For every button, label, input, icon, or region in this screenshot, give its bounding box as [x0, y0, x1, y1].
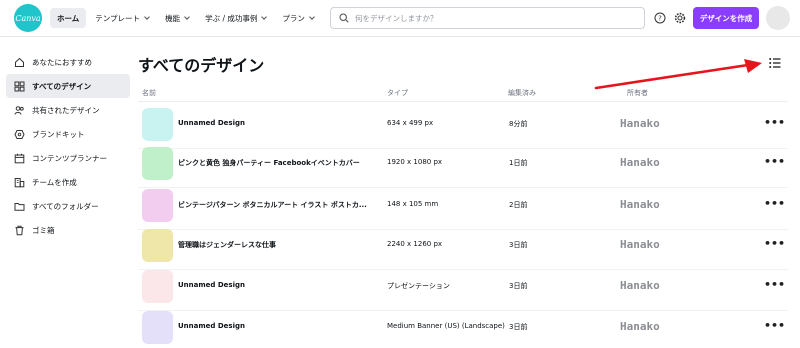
sidebar-item-label: ゴミ箱: [32, 225, 55, 235]
column-header-type[interactable]: タイプ: [387, 88, 408, 98]
design-type: Medium Banner (US) (Landscape): [387, 322, 505, 330]
design-type: プレゼンテーション: [387, 282, 450, 290]
create-design-button[interactable]: デザインを作成: [693, 7, 759, 29]
sidebar-item-recommended[interactable]: あなたにおすすめ: [6, 50, 130, 74]
nav-home-label: ホーム: [57, 13, 80, 23]
design-edited: 3日前: [509, 282, 528, 290]
sidebar-item-folders[interactable]: すべてのフォルダー: [6, 194, 130, 218]
design-name[interactable]: Unnamed Design: [178, 119, 245, 127]
more-options-icon[interactable]: •••: [764, 116, 785, 129]
nav-home[interactable]: ホーム: [50, 8, 87, 28]
help-icon: ?: [654, 12, 666, 24]
top-bar: Canva ホーム テンプレート 機能 学ぶ / 成功事例 プラン ? デザイン…: [0, 0, 800, 37]
sidebar-item-label: チームを作成: [32, 177, 77, 187]
design-name[interactable]: ビンテージパターン ボタニカルアート イラスト ポストカ...: [178, 200, 367, 210]
design-owner: Hanako: [620, 279, 660, 292]
settings-button[interactable]: [672, 10, 688, 26]
sidebar-item-all-designs[interactable]: すべてのデザイン: [6, 74, 130, 98]
sidebar-item-trash[interactable]: ゴミ箱: [6, 218, 130, 242]
grid-icon: [14, 81, 24, 91]
chevron-down-icon: [144, 13, 150, 20]
design-thumbnail[interactable]: [142, 147, 173, 180]
more-options-icon[interactable]: •••: [764, 197, 785, 210]
annotation-arrow: [594, 59, 762, 90]
design-type: 1920 x 1080 px: [387, 158, 443, 166]
design-type: 634 x 499 px: [387, 119, 434, 127]
search-input[interactable]: [355, 13, 635, 23]
more-options-icon[interactable]: •••: [764, 278, 785, 291]
nav-templates-label: テンプレート: [95, 13, 141, 23]
sidebar: あなたにおすすめ すべてのデザイン 共有されたデザイン ブランドキット コンテン…: [6, 50, 130, 242]
design-edited: 8分前: [509, 120, 528, 128]
gear-icon: [674, 12, 686, 24]
sidebar-item-label: コンテンツプランナー: [32, 153, 107, 163]
table-row[interactable]: Unnamed Design Medium Banner (US) (Lands…: [138, 305, 788, 348]
svg-text:?: ?: [658, 15, 662, 23]
nav-plans-label: プラン: [282, 13, 305, 23]
design-type: 148 x 105 mm: [387, 200, 439, 208]
people-icon: [14, 105, 24, 115]
column-header-edited[interactable]: 編集済み: [508, 88, 536, 98]
nav-plans[interactable]: プラン: [275, 8, 321, 28]
sidebar-item-label: あなたにおすすめ: [32, 57, 92, 67]
more-options-icon[interactable]: •••: [764, 319, 785, 332]
design-owner: Hanako: [620, 117, 660, 130]
more-options-icon[interactable]: •••: [764, 155, 785, 168]
nav-templates[interactable]: テンプレート: [88, 8, 156, 28]
design-thumbnail[interactable]: [142, 311, 173, 344]
design-name[interactable]: Unnamed Design: [178, 322, 245, 330]
design-thumbnail[interactable]: [142, 270, 173, 303]
building-icon: [14, 177, 24, 187]
sidebar-item-create-team[interactable]: チームを作成: [6, 170, 130, 194]
nav-learn[interactable]: 学ぶ / 成功事例: [198, 8, 273, 28]
design-thumbnail[interactable]: [142, 108, 173, 141]
nav-features-label: 機能: [165, 13, 181, 23]
design-owner: Hanako: [620, 238, 660, 251]
search-bar[interactable]: [330, 7, 645, 29]
sidebar-item-label: すべてのデザイン: [32, 81, 92, 91]
chevron-down-icon: [261, 13, 268, 20]
trash-icon: [15, 225, 23, 235]
more-options-icon[interactable]: •••: [764, 237, 785, 250]
list-view-icon[interactable]: [768, 56, 782, 70]
design-name[interactable]: 管理職はジェンダーレスな仕事: [178, 240, 276, 250]
avatar[interactable]: [766, 6, 790, 30]
design-owner: Hanako: [620, 156, 660, 169]
design-owner: Hanako: [620, 320, 660, 333]
design-edited: 3日前: [509, 241, 528, 249]
design-thumbnail[interactable]: [142, 189, 173, 222]
design-name[interactable]: Unnamed Design: [178, 281, 245, 289]
help-button[interactable]: ?: [652, 10, 668, 26]
nav-features[interactable]: 機能: [158, 8, 196, 28]
page-title: すべてのデザイン: [138, 56, 265, 75]
home-icon: [14, 57, 24, 67]
design-owner: Hanako: [620, 198, 660, 211]
table-row[interactable]: ピンクと黄色 独身パーティー Facebookイベントカバー 1920 x 10…: [138, 141, 788, 187]
table-row[interactable]: Unnamed Design プレゼンテーション 3日前 Hanako •••: [138, 264, 788, 310]
design-name[interactable]: ピンクと黄色 独身パーティー Facebookイベントカバー: [178, 158, 360, 168]
chevron-down-icon: [184, 13, 190, 20]
design-edited: 3日前: [509, 323, 528, 331]
search-icon: [339, 13, 349, 23]
design-type: 2240 x 1260 px: [387, 240, 443, 248]
design-thumbnail[interactable]: [142, 229, 173, 262]
column-header-owner[interactable]: 所有者: [627, 88, 648, 98]
design-edited: 2日前: [509, 201, 528, 209]
sidebar-item-label: ブランドキット: [32, 129, 85, 139]
nav-learn-label: 学ぶ / 成功事例: [205, 13, 258, 23]
column-header-name[interactable]: 名前: [142, 88, 156, 98]
sidebar-item-label: すべてのフォルダー: [32, 201, 99, 211]
sidebar-item-shared[interactable]: 共有されたデザイン: [6, 98, 130, 122]
calendar-icon: [14, 153, 24, 163]
sidebar-item-content-planner[interactable]: コンテンツプランナー: [6, 146, 130, 170]
main-nav: ホーム テンプレート 機能 学ぶ / 成功事例 プラン: [50, 8, 321, 28]
brand-icon: [13, 129, 25, 139]
table-row[interactable]: 管理職はジェンダーレスな仕事 2240 x 1260 px 3日前 Hanako…: [138, 223, 788, 269]
chevron-down-icon: [309, 13, 315, 20]
folder-icon: [14, 202, 24, 211]
canva-logo[interactable]: Canva: [14, 4, 42, 32]
design-edited: 1日前: [509, 159, 528, 167]
sidebar-item-brand-kit[interactable]: ブランドキット: [6, 122, 130, 146]
sidebar-item-label: 共有されたデザイン: [32, 105, 100, 115]
